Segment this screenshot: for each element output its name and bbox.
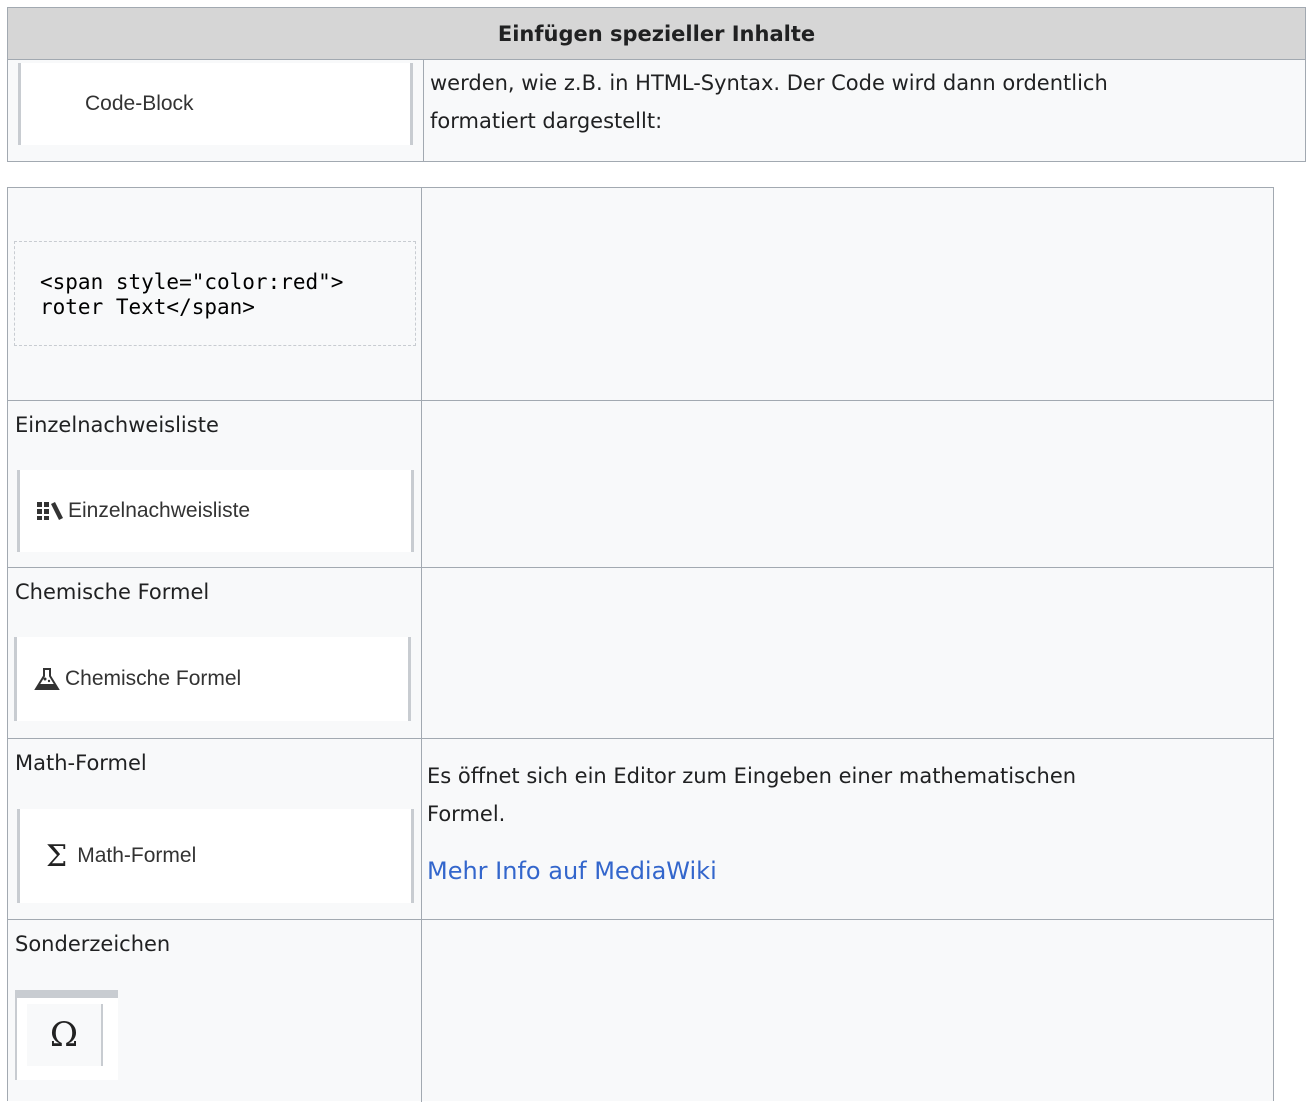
omega-icon: Ω [27,1004,103,1066]
table-row: Chemische Formel Chemische Formel [8,568,1273,739]
sigma-icon: Σ [46,838,68,874]
content-table: <span style="color:red"> roter Text</spa… [7,187,1274,1102]
einzelnachweisliste-button-screenshot: Einzelnachweisliste [17,470,414,552]
code-sample: <span style="color:red"> roter Text</spa… [14,241,416,346]
table-row: Einzelnachweisliste Einzelnachweisliste [8,401,1273,568]
table-cell-label: Chemische Formel Chemische Formel [8,568,422,738]
special-content-table: Einfügen spezieller Inhalte Code-Block w… [7,7,1306,162]
row-label: Math-Formel [15,751,147,775]
math-formel-button-screenshot: Σ Math-Formel [17,809,414,903]
row-label: Sonderzeichen [15,932,171,956]
button-label: Chemische Formel [65,667,242,690]
table-cell-label: Code-Block [8,60,424,161]
code-block-label: Code-Block [85,92,194,115]
table-cell-label: Einzelnachweisliste Einzelnachweisliste [8,401,422,567]
code-block-button-screenshot: Code-Block [18,63,413,145]
description-line: Es öffnet sich ein Editor zum Eingeben e… [427,764,1077,788]
row-label: Chemische Formel [15,580,210,604]
table-cell-label: <span style="color:red"> roter Text</spa… [8,188,422,400]
mediawiki-info-link[interactable]: Mehr Info auf MediaWiki [427,857,717,885]
table-row: Code-Block werden, wie z.B. in HTML-Synt… [8,60,1305,161]
chemische-formel-button-screenshot: Chemische Formel [14,637,411,721]
table-row: Sonderzeichen Ω [8,920,1273,1102]
button-label: Einzelnachweisliste [68,499,251,522]
table-cell-label: Sonderzeichen Ω [8,920,422,1102]
description-text: Es öffnet sich ein Editor zum Eingeben e… [427,757,1076,833]
row-label: Einzelnachweisliste [15,413,219,437]
description-line: formatiert dargestellt: [430,109,663,133]
description-line: werden, wie z.B. in HTML-Syntax. Der Cod… [430,71,1108,95]
table-row: Math-Formel Σ Math-Formel Es öffnet sich… [8,739,1273,920]
table-cell-description: werden, wie z.B. in HTML-Syntax. Der Cod… [424,60,1305,161]
table-header: Einfügen spezieller Inhalte [8,8,1305,60]
books-icon [36,500,64,522]
table-cell-label: Math-Formel Σ Math-Formel [8,739,422,919]
button-label: Math-Formel [77,844,197,867]
flask-icon [33,667,61,691]
sonderzeichen-button-screenshot: Ω [15,990,118,1080]
table-row: <span style="color:red"> roter Text</spa… [8,188,1273,401]
description-line: Formel. [427,802,506,826]
